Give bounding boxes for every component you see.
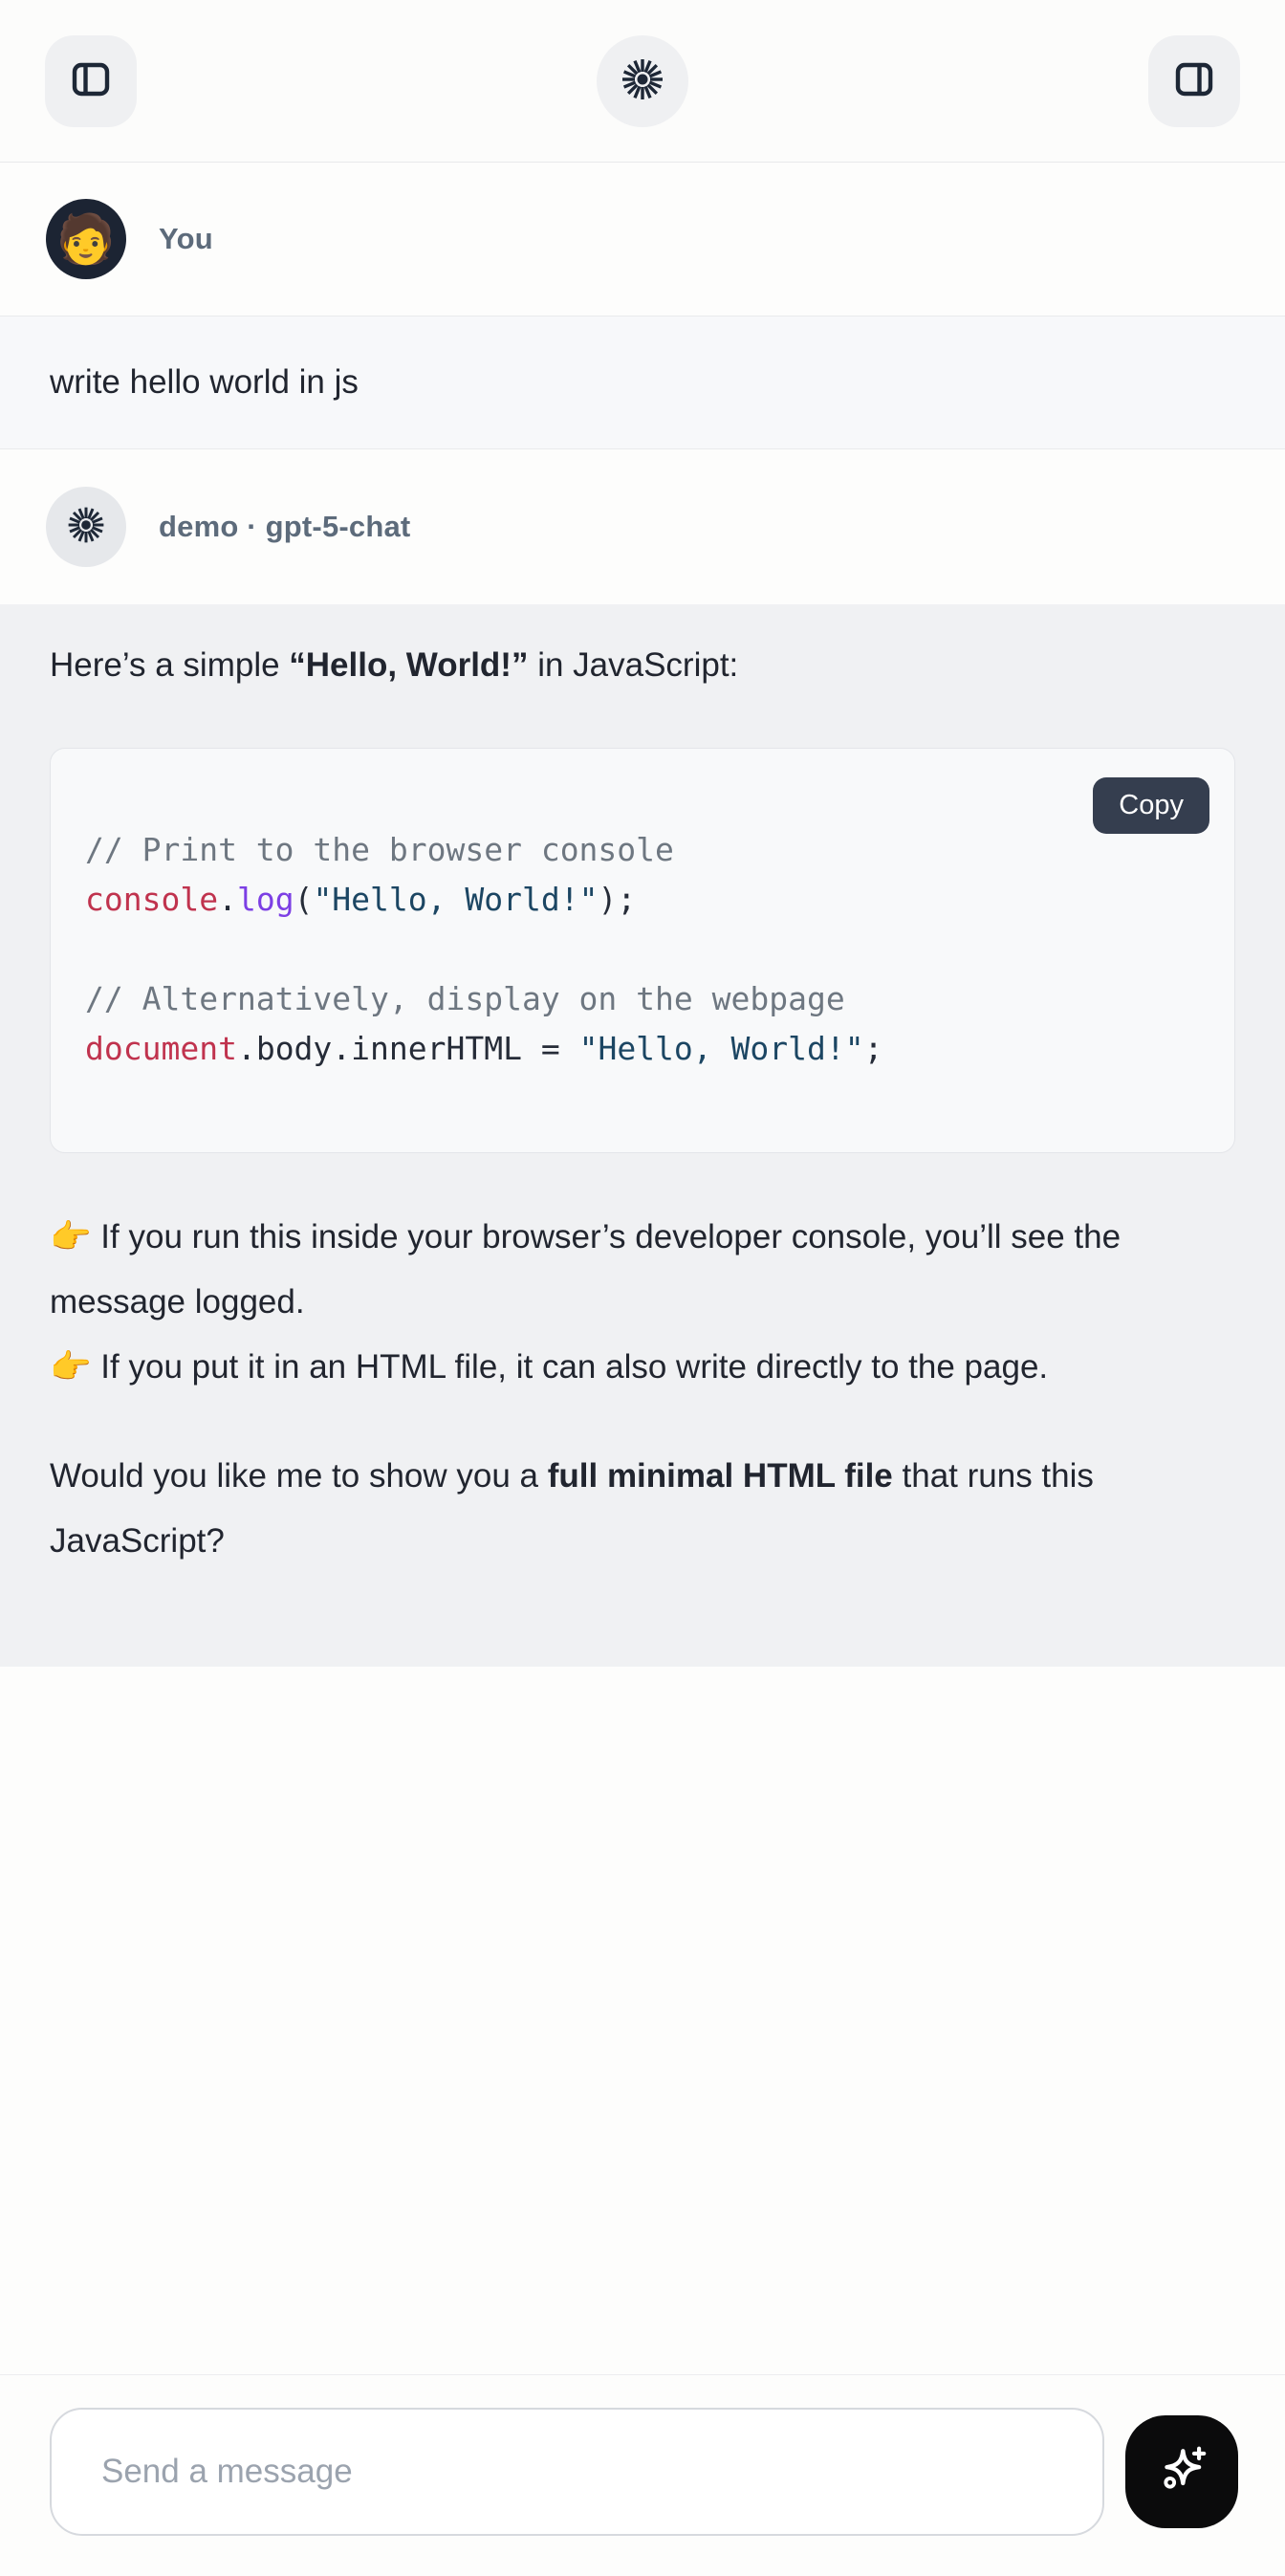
- right-panel-toggle-button[interactable]: [1148, 35, 1240, 127]
- message-input[interactable]: [50, 2408, 1104, 2536]
- send-button[interactable]: [1125, 2415, 1238, 2528]
- assistant-message: Here’s a simple “Hello, World!” in JavaS…: [0, 604, 1285, 1667]
- copy-code-button[interactable]: Copy: [1093, 777, 1209, 834]
- chat-app: 🧑 You write hello world in js demo · gpt…: [0, 0, 1285, 2576]
- assistant-intro-text: Here’s a simple “Hello, World!” in JavaS…: [50, 633, 1235, 698]
- code-block-content: // Print to the browser console console.…: [85, 825, 1196, 1074]
- sparkle-icon: [1152, 2441, 1211, 2503]
- assistant-avatar: [46, 487, 126, 567]
- assistant-paragraph-1: 👉 If you run this inside your browser’s …: [50, 1205, 1235, 1400]
- user-message-text: write hello world in js: [50, 363, 359, 402]
- starburst-icon: [620, 56, 665, 105]
- top-bar: [0, 0, 1285, 163]
- user-identity-row: 🧑 You: [0, 163, 1285, 316]
- sidebar-toggle-button[interactable]: [45, 35, 137, 127]
- panel-left-icon: [68, 56, 114, 105]
- user-message: write hello world in js: [0, 316, 1285, 449]
- user-avatar: 🧑: [46, 199, 126, 279]
- assistant-paragraph-2: Would you like me to show you a full min…: [50, 1444, 1235, 1574]
- app-logo-button[interactable]: [597, 35, 688, 127]
- panel-right-icon: [1171, 56, 1217, 105]
- assistant-identity-row: demo · gpt-5-chat: [0, 449, 1285, 604]
- user-avatar-emoji: 🧑: [56, 215, 116, 263]
- assistant-name-label: demo · gpt-5-chat: [159, 510, 410, 544]
- composer-bar: [0, 2374, 1285, 2576]
- starburst-icon: [66, 505, 106, 550]
- code-block: Copy // Print to the browser console con…: [50, 748, 1235, 1153]
- user-name-label: You: [159, 222, 213, 256]
